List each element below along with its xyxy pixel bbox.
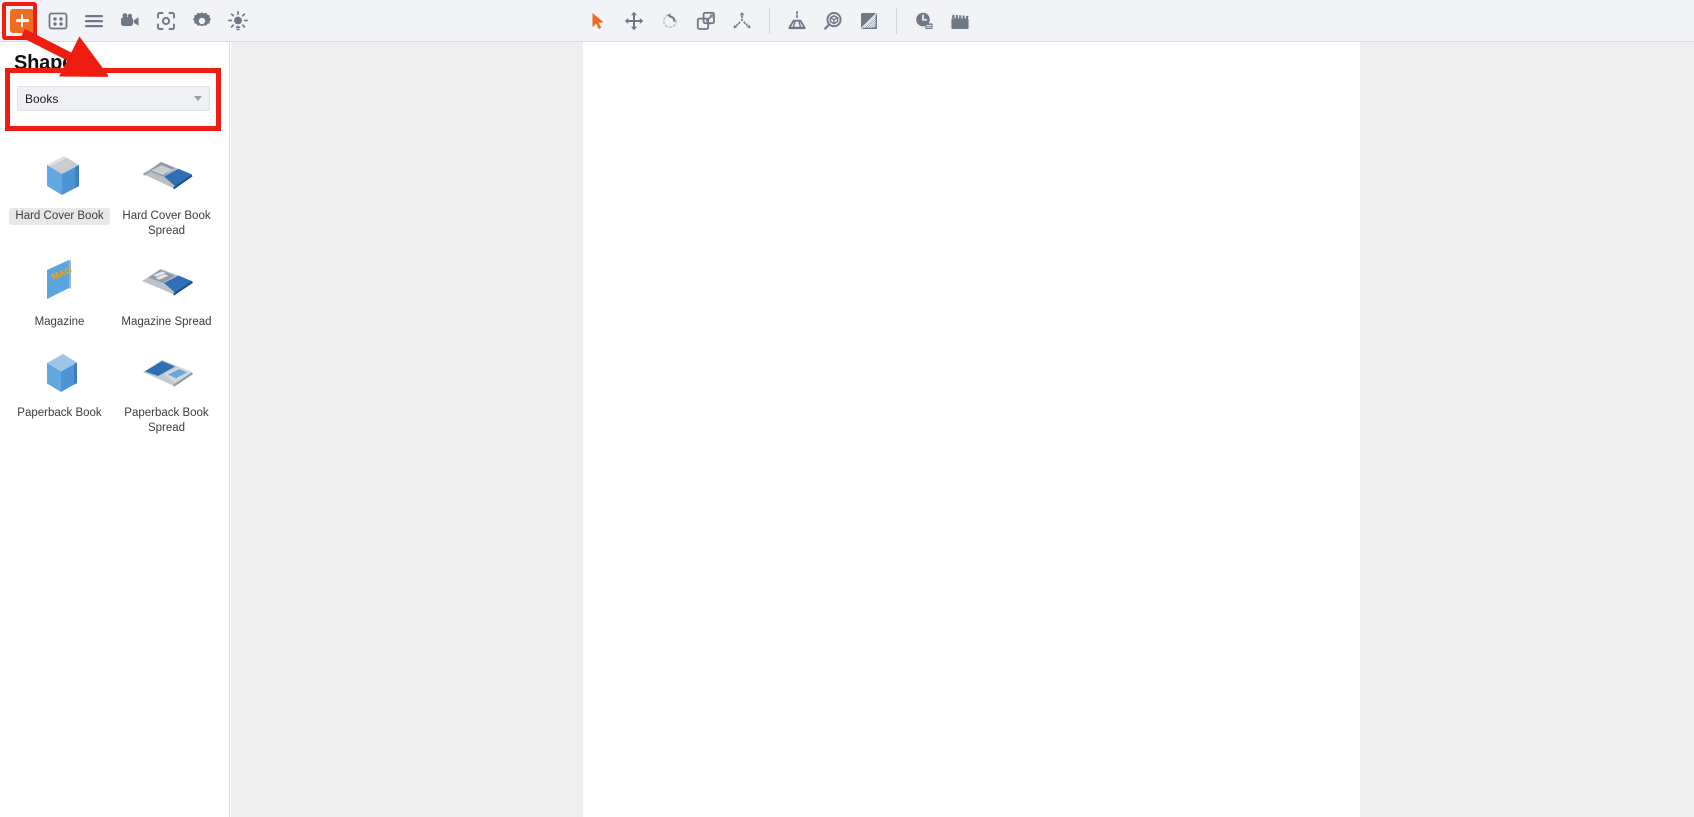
plus-square-icon xyxy=(10,8,34,33)
top-toolbar xyxy=(0,0,1694,42)
shape-item-magazine[interactable]: MAG Magazine xyxy=(6,240,113,331)
video-camera-icon xyxy=(119,10,141,32)
explode-tool[interactable] xyxy=(724,4,760,38)
shape-item-paperback-book-spread[interactable]: Paperback Book Spread xyxy=(113,331,220,437)
toolbar-center-group xyxy=(580,0,978,42)
explode-arrows-icon xyxy=(731,10,753,32)
shape-item-label: Paperback Book xyxy=(17,407,102,419)
inspect-tool[interactable] xyxy=(815,4,851,38)
render-square-icon xyxy=(858,10,880,32)
page-title: Shapes xyxy=(14,52,84,74)
light-button[interactable] xyxy=(220,4,256,38)
paperback-book-spread-icon xyxy=(136,343,198,401)
category-picker[interactable]: Books xyxy=(17,86,210,111)
toolbar-left-group xyxy=(0,2,256,40)
menu-button[interactable] xyxy=(76,4,112,38)
canvas-area[interactable] xyxy=(231,42,1694,817)
settings-button[interactable] xyxy=(184,4,220,38)
camera-button[interactable] xyxy=(112,4,148,38)
render-tool[interactable] xyxy=(851,4,887,38)
shape-item-label: Magazine xyxy=(34,316,85,328)
shape-item-label: Magazine Spread xyxy=(121,316,212,328)
sun-light-icon xyxy=(227,10,249,32)
shapes-sidebar: Shapes Books Hard Cover Book Hard Cover … xyxy=(0,42,230,817)
perspective-grid-icon xyxy=(786,10,808,32)
rotate-tool[interactable] xyxy=(652,4,688,38)
shape-grid: Hard Cover Book Hard Cover Book Spread M… xyxy=(0,134,229,437)
magazine-spread-icon xyxy=(136,252,198,310)
magazine-icon: MAG xyxy=(29,252,91,310)
scale-resize-icon xyxy=(695,10,717,32)
rotate-ccw-icon xyxy=(659,10,681,32)
shape-item-magazine-spread[interactable]: Magazine Spread xyxy=(113,240,220,331)
hamburger-menu-icon xyxy=(83,10,105,32)
timeline-tool[interactable] xyxy=(906,4,942,38)
gear-icon xyxy=(191,10,213,32)
application-window: Shapes Books Hard Cover Book Hard Cover … xyxy=(0,0,1694,817)
clapperboard-icon xyxy=(949,10,971,32)
move-arrows-icon xyxy=(623,10,645,32)
shape-item-label: Hard Cover Book Spread xyxy=(122,210,211,237)
document-page[interactable] xyxy=(583,42,1360,817)
category-picker-value: Books xyxy=(25,91,59,106)
animation-tool[interactable] xyxy=(942,4,978,38)
focus-button[interactable] xyxy=(148,4,184,38)
perspective-tool[interactable] xyxy=(779,4,815,38)
toolbar-divider-2 xyxy=(896,8,897,34)
magnifier-box-icon xyxy=(822,10,844,32)
chevron-down-icon xyxy=(194,96,202,101)
hard-cover-book-icon xyxy=(29,146,91,204)
panels-grid-icon xyxy=(47,10,69,32)
shape-item-hard-cover-book-spread[interactable]: Hard Cover Book Spread xyxy=(113,134,220,240)
move-tool[interactable] xyxy=(616,4,652,38)
clock-icon xyxy=(913,10,935,32)
cursor-arrow-icon xyxy=(587,10,609,32)
panels-button[interactable] xyxy=(40,4,76,38)
hard-cover-book-spread-icon xyxy=(136,146,198,204)
focus-brackets-icon xyxy=(155,10,177,32)
shape-item-paperback-book[interactable]: Paperback Book xyxy=(6,331,113,437)
shape-item-label: Paperback Book Spread xyxy=(124,407,209,434)
paperback-book-icon xyxy=(29,343,91,401)
scale-tool[interactable] xyxy=(688,4,724,38)
add-shape-button[interactable] xyxy=(4,2,40,40)
toolbar-divider-1 xyxy=(769,8,770,34)
shape-item-label: Hard Cover Book xyxy=(9,208,110,225)
select-tool[interactable] xyxy=(580,4,616,38)
shape-item-hard-cover-book[interactable]: Hard Cover Book xyxy=(6,134,113,240)
